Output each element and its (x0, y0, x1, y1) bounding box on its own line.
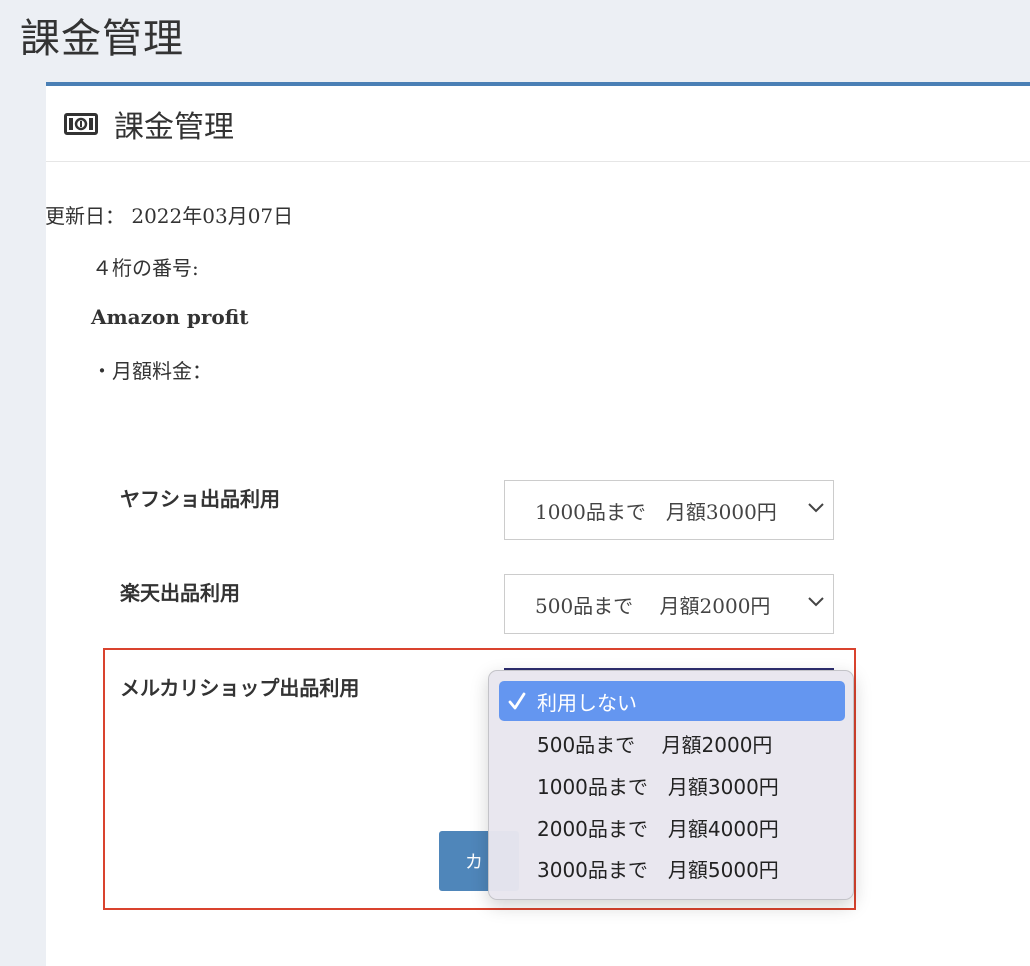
rakuten-listing-select[interactable]: 500品まで 月額2000円 (504, 574, 834, 634)
dropdown-option-500[interactable]: 500品まで 月額2000円 (499, 723, 845, 763)
plan-name: Amazon profit (91, 305, 249, 329)
dropdown-option-label: 3000品まで 月額5000円 (537, 857, 779, 882)
chevron-down-icon (808, 503, 824, 513)
dropdown-option-label: 500品まで 月額2000円 (537, 732, 773, 757)
dropdown-option-none[interactable]: 利用しない (499, 681, 845, 721)
yahoo-listing-label: ヤフショ出品利用 (120, 487, 280, 511)
chevron-down-icon (808, 597, 824, 607)
dropdown-option-label: 2000品まで 月額4000円 (537, 816, 779, 841)
yahoo-listing-select[interactable]: 1000品まで 月額3000円 (504, 480, 834, 540)
rakuten-listing-value: 500品まで 月額2000円 (535, 593, 771, 618)
money-bill-icon (64, 112, 98, 135)
panel-title: 課金管理 (114, 109, 234, 145)
yahoo-listing-value: 1000品まで 月額3000円 (535, 499, 777, 524)
checkmark-icon (508, 692, 526, 710)
monthly-fee-label: ・月額料金： (92, 359, 212, 383)
mercari-dropdown-menu: 利用しない 500品まで 月額2000円 1000品まで 月額3000円 200… (488, 670, 854, 900)
dropdown-option-1000[interactable]: 1000品まで 月額3000円 (499, 765, 845, 805)
update-date: 更新日： 2022年03月07日 (45, 204, 294, 228)
dropdown-option-2000[interactable]: 2000品まで 月額4000円 (499, 807, 845, 847)
rakuten-listing-label: 楽天出品利用 (120, 581, 240, 605)
dropdown-option-label: 1000品まで 月額3000円 (537, 774, 779, 799)
card-digits-label: ４桁の番号: (92, 256, 199, 280)
mercari-listing-label: メルカリショップ出品利用 (120, 676, 360, 700)
dropdown-option-3000[interactable]: 3000品まで 月額5000円 (499, 848, 845, 888)
page-title: 課金管理 (20, 16, 184, 62)
dropdown-option-label: 利用しない (537, 690, 637, 715)
panel-header: 課金管理 (46, 86, 1030, 162)
